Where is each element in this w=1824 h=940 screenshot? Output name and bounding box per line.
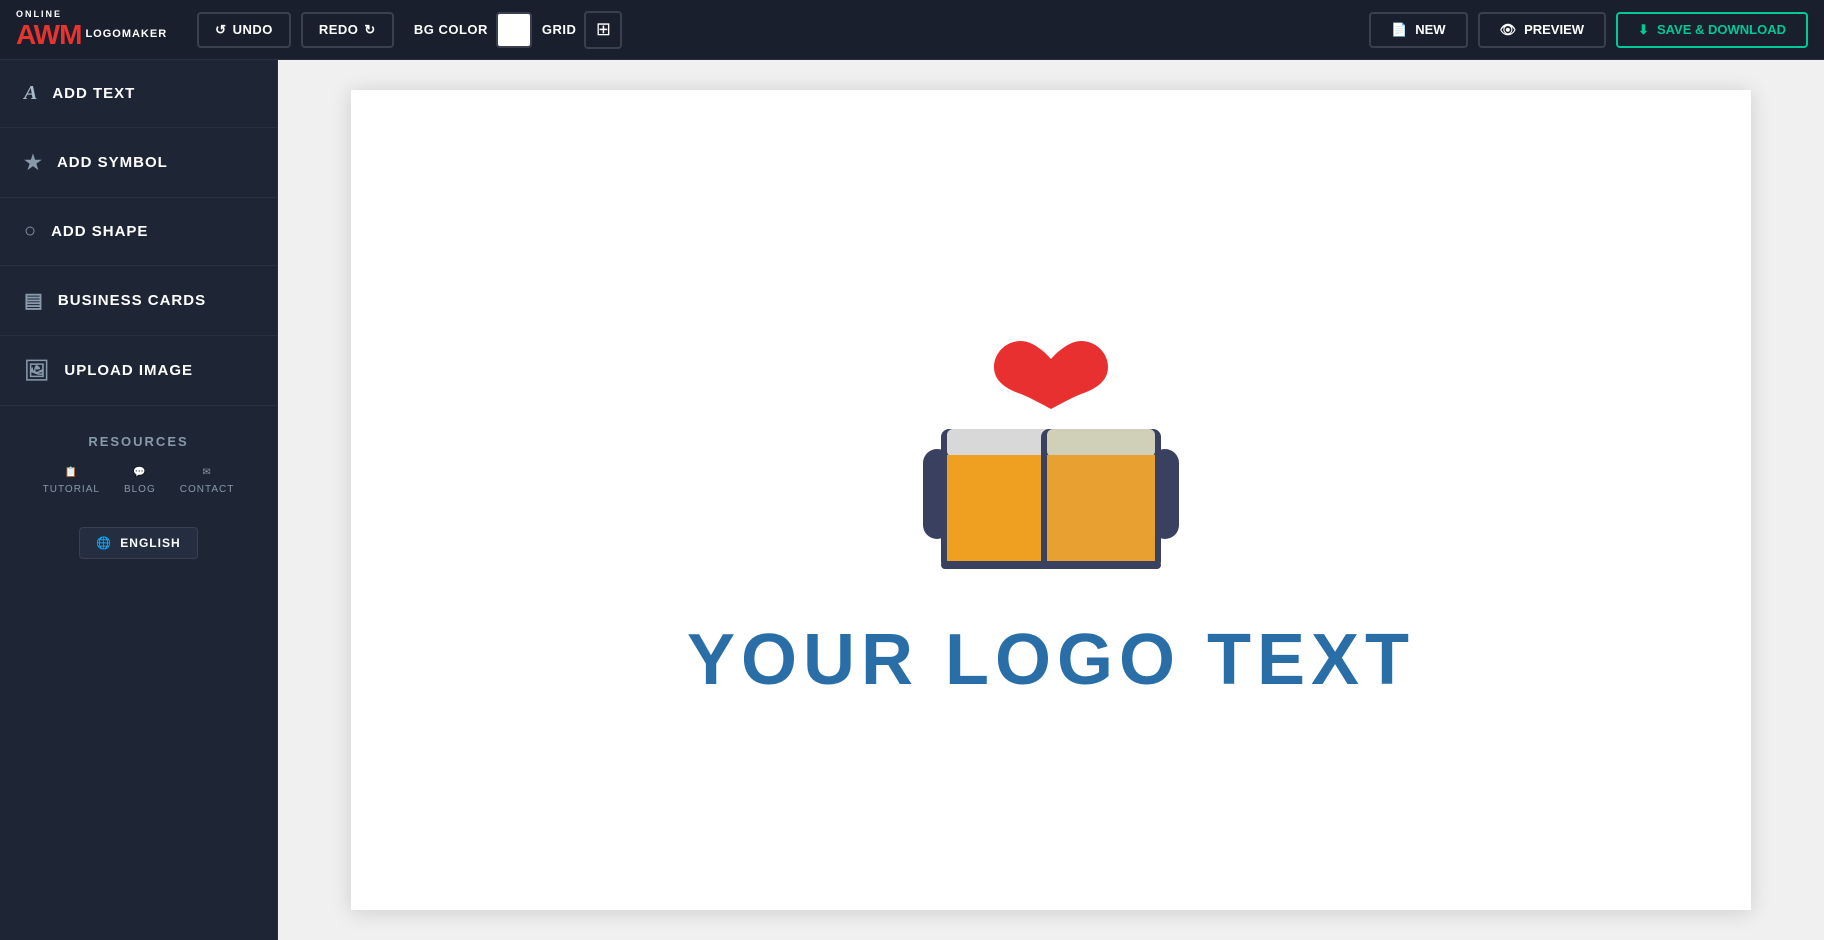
sidebar: A ADD TEXT ★ ADD SYMBOL ○ ADD SHAPE ▤ BU… [0,60,278,940]
logo-preview: YOUR LOGO TEXT [687,299,1415,701]
grid-toggle-button[interactable]: ⊞ [584,11,622,49]
blog-icon: 💬 [133,467,146,478]
resources-section: RESOURCES 📋 TUTORIAL 💬 BLOG ✉ CONTACT [0,406,277,511]
logo-text-display[interactable]: YOUR LOGO TEXT [687,619,1415,701]
language-button[interactable]: 🌐 ENGLISH [79,527,197,559]
redo-button[interactable]: REDO ↻ [301,12,394,48]
canvas[interactable]: YOUR LOGO TEXT [351,90,1751,910]
upload-image-label: UPLOAD IMAGE [64,362,193,379]
add-shape-label: ADD SHAPE [51,223,148,240]
new-label: NEW [1415,22,1445,37]
add-symbol-label: ADD SYMBOL [57,154,168,171]
bg-color-label: BG COLOR [414,22,488,37]
sidebar-item-business-cards[interactable]: ▤ BUSINESS CARDS [0,266,277,336]
right-mug-bottom [1041,561,1161,569]
business-card-icon: ▤ [24,288,44,313]
contact-icon: ✉ [202,467,211,478]
logo-online-text: ONLINE [16,9,167,19]
circle-icon: ○ [24,220,37,243]
logo-brand-text: AWM [16,19,81,51]
preview-eye-icon: 👁 [1500,22,1517,38]
redo-label: REDO [319,22,359,37]
contact-link[interactable]: ✉ CONTACT [180,467,235,495]
save-label: SAVE & DOWNLOAD [1657,22,1786,37]
blog-label: BLOG [124,484,156,495]
sidebar-item-add-text[interactable]: A ADD TEXT [0,60,277,128]
heart-shape [994,341,1108,409]
undo-icon: ↺ [215,22,226,38]
add-text-label: ADD TEXT [52,85,135,102]
resources-links: 📋 TUTORIAL 💬 BLOG ✉ CONTACT [20,467,257,495]
language-label: ENGLISH [120,536,180,550]
logo-maker-text: LOGOMAKER [85,29,167,40]
logo[interactable]: ONLINE AWM LOGOMAKER [16,9,167,51]
grid-section: GRID ⊞ [542,11,623,49]
grid-icon: ⊞ [596,19,611,40]
tutorial-icon: 📋 [65,467,78,478]
toolbar: ONLINE AWM LOGOMAKER ↺ UNDO REDO ↻ BG CO… [0,0,1824,60]
new-button[interactable]: 📄 NEW [1369,12,1468,48]
right-mug-foam [1047,429,1155,457]
bg-color-section: BG COLOR [414,12,532,48]
new-file-icon: 📄 [1391,22,1407,38]
save-download-button[interactable]: ⬇ SAVE & DOWNLOAD [1616,12,1808,48]
redo-icon: ↻ [364,22,375,38]
tutorial-label: TUTORIAL [43,484,100,495]
contact-label: CONTACT [180,484,235,495]
tutorial-link[interactable]: 📋 TUTORIAL [43,467,100,495]
undo-button[interactable]: ↺ UNDO [197,12,291,48]
preview-button[interactable]: 👁 PREVIEW [1478,12,1606,48]
star-icon: ★ [24,150,43,175]
bg-color-swatch[interactable] [496,12,532,48]
globe-icon: 🌐 [96,536,112,550]
canvas-area: YOUR LOGO TEXT [278,60,1824,940]
left-mug-foam [947,429,1055,457]
beer-illustration [861,299,1241,609]
save-icon: ⬇ [1638,22,1649,38]
right-mug-beer [1047,455,1155,563]
business-cards-label: BUSINESS CARDS [58,292,206,309]
preview-label: PREVIEW [1524,22,1584,37]
left-mug-beer [947,455,1055,563]
beer-mugs-svg [861,299,1241,609]
main-layout: A ADD TEXT ★ ADD SYMBOL ○ ADD SHAPE ▤ BU… [0,60,1824,940]
grid-label: GRID [542,22,577,37]
sidebar-item-add-shape[interactable]: ○ ADD SHAPE [0,198,277,266]
sidebar-item-upload-image[interactable]: 🖼 UPLOAD IMAGE [0,336,277,406]
blog-link[interactable]: 💬 BLOG [124,467,156,495]
resources-title: RESOURCES [20,434,257,449]
text-icon: A [24,82,38,105]
sidebar-item-add-symbol[interactable]: ★ ADD SYMBOL [0,128,277,198]
image-upload-icon: 🖼 [24,358,50,383]
undo-label: UNDO [233,22,273,37]
